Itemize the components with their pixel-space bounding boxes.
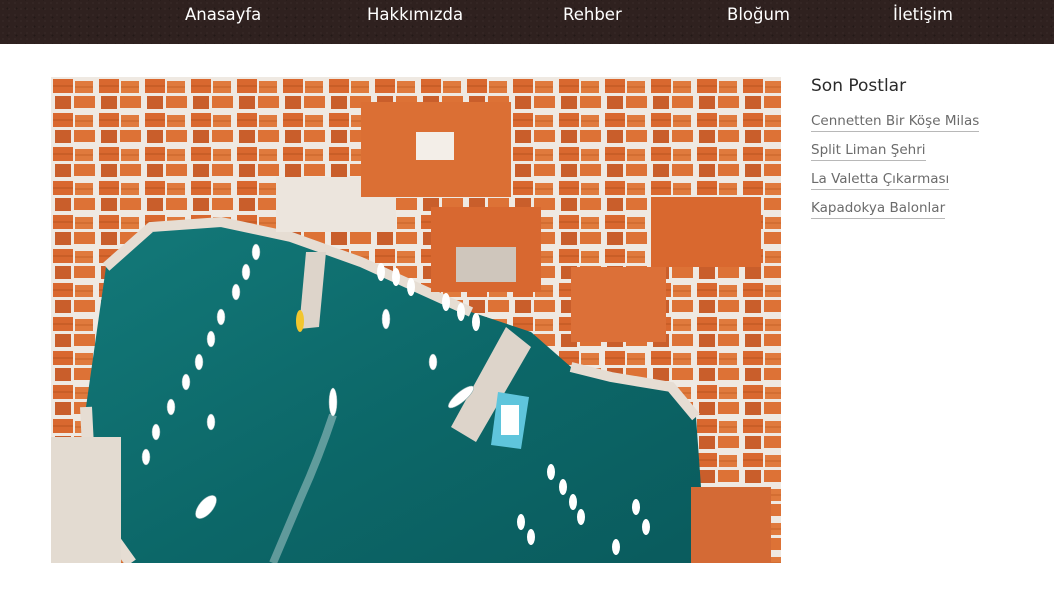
post-link-kapadokya[interactable]: Kapadokya Balonlar xyxy=(811,199,946,219)
list-item: Kapadokya Balonlar xyxy=(811,198,1031,219)
recent-posts-list: Cennetten Bir Köşe Milas Split Liman Şeh… xyxy=(811,111,1031,219)
list-item: Split Liman Şehri xyxy=(811,140,1031,161)
recent-posts-title: Son Postlar xyxy=(811,76,907,96)
post-link-milas[interactable]: Cennetten Bir Köşe Milas xyxy=(811,112,980,132)
nav-item-contact[interactable]: İletişim xyxy=(893,5,953,24)
harbor-aerial-photo xyxy=(51,77,781,563)
nav-item-about[interactable]: Hakkımızda xyxy=(367,5,463,24)
nav-item-blog[interactable]: Bloğum xyxy=(727,5,790,24)
list-item: Cennetten Bir Köşe Milas xyxy=(811,111,1031,132)
list-item: La Valetta Çıkarması xyxy=(811,169,1031,190)
top-navigation: Anasayfa Hakkımızda Rehber Bloğum İletiş… xyxy=(0,0,1054,44)
featured-image xyxy=(51,77,781,563)
post-link-split[interactable]: Split Liman Şehri xyxy=(811,141,926,161)
nav-item-home[interactable]: Anasayfa xyxy=(185,5,261,24)
nav-item-guide[interactable]: Rehber xyxy=(563,5,622,24)
sidebar-recent-posts: Son Postlar Cennetten Bir Köşe Milas Spl… xyxy=(811,76,1031,227)
post-link-valetta[interactable]: La Valetta Çıkarması xyxy=(811,170,950,190)
